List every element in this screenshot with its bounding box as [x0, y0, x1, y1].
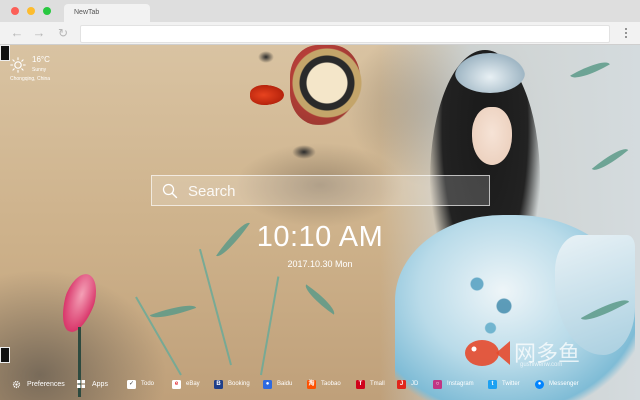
browser-toolbar: ← → ↻ — [0, 22, 640, 45]
link-ebay[interactable]: e eBay — [172, 378, 200, 390]
search-icon[interactable] — [162, 183, 178, 199]
link-label: JD — [411, 381, 419, 387]
maximize-window-button[interactable] — [43, 7, 51, 15]
link-label: Messenger — [549, 381, 579, 387]
instagram-icon: ○ — [433, 379, 442, 389]
fish-logo-icon — [465, 340, 510, 366]
link-label: eBay — [186, 381, 200, 387]
grid-icon — [77, 380, 85, 388]
link-baidu[interactable]: ● Baidu — [263, 378, 292, 390]
link-tmall[interactable]: T Tmall — [356, 378, 385, 390]
messenger-icon: ● — [535, 379, 544, 389]
background-yinyang-logo — [286, 48, 368, 118]
newtab-page: 16°C Sunny Chongqing, China 10:10 AM 201… — [0, 45, 640, 400]
link-label: Baidu — [277, 381, 293, 387]
minimize-window-button[interactable] — [27, 7, 35, 15]
back-arrow-icon[interactable]: ← — [9, 25, 25, 41]
link-label: Tmall — [370, 381, 385, 387]
forward-arrow-icon[interactable]: → — [31, 25, 47, 41]
link-jd[interactable]: J JD — [397, 378, 418, 390]
twitter-icon: t — [488, 379, 497, 389]
tab-strip: NewTab — [0, 0, 640, 22]
link-twitter[interactable]: t Twitter — [488, 378, 520, 390]
link-todo[interactable]: ✓ Todo — [127, 378, 154, 390]
browser-window: NewTab ← → ↻ 16°C Sunny Chongqing, China… — [0, 0, 640, 400]
weather-temperature: 16°C — [32, 55, 50, 64]
sun-icon — [10, 57, 26, 73]
ebay-icon: e — [172, 379, 181, 389]
taobao-icon: 淘 — [307, 379, 316, 389]
watermark: 网多鱼 gushiwenw.com — [462, 333, 622, 373]
clock-time: 10:10 AM — [256, 221, 384, 253]
address-bar[interactable] — [80, 25, 610, 43]
watermark-url: gushiwenw.com — [520, 362, 563, 368]
close-window-button[interactable] — [11, 7, 19, 15]
background-figure-headdress — [455, 53, 525, 93]
link-label: Booking — [228, 381, 250, 387]
background-goldfish — [292, 145, 316, 159]
apps-button[interactable]: Apps — [77, 378, 108, 390]
background-grass — [260, 276, 280, 376]
background-edge-mark — [0, 347, 10, 363]
search-box[interactable] — [151, 175, 490, 206]
reload-icon[interactable]: ↻ — [55, 25, 71, 41]
gear-icon — [12, 380, 21, 388]
background-goldfish — [250, 85, 284, 105]
link-label: Instagram — [447, 381, 474, 387]
preferences-button[interactable]: Preferences — [12, 378, 65, 390]
background-leaf — [149, 299, 197, 324]
bottom-bar: Preferences Apps ✓ Todo e eBay B Booking — [0, 375, 640, 393]
menu-dots-icon[interactable] — [620, 26, 632, 40]
link-taobao[interactable]: 淘 Taobao — [307, 378, 341, 390]
search-input[interactable] — [186, 178, 480, 205]
jd-icon: J — [397, 379, 406, 389]
apps-label: Apps — [92, 380, 108, 388]
baidu-icon: ● — [263, 379, 272, 389]
weather-location: Chongqing, China — [10, 76, 51, 82]
checkbox-icon: ✓ — [127, 379, 136, 389]
preferences-label: Preferences — [27, 380, 65, 388]
background-leaf — [301, 284, 339, 315]
tmall-icon: T — [356, 379, 365, 389]
booking-icon: B — [214, 379, 223, 389]
link-label: Twitter — [502, 381, 520, 387]
background-figure-face — [472, 107, 512, 165]
weather-widget[interactable]: 16°C Sunny Chongqing, China — [8, 54, 88, 94]
weather-condition: Sunny — [32, 67, 47, 73]
link-label: Todo — [141, 381, 155, 387]
background-goldfish — [258, 51, 274, 63]
tab-newtab[interactable]: NewTab — [64, 4, 150, 22]
link-instagram[interactable]: ○ Instagram — [433, 378, 474, 390]
link-booking[interactable]: B Booking — [214, 378, 250, 390]
clock-date: 2017.10.30 Mon — [287, 259, 353, 269]
link-label: Taobao — [321, 381, 341, 387]
link-messenger[interactable]: ● Messenger — [535, 378, 579, 390]
